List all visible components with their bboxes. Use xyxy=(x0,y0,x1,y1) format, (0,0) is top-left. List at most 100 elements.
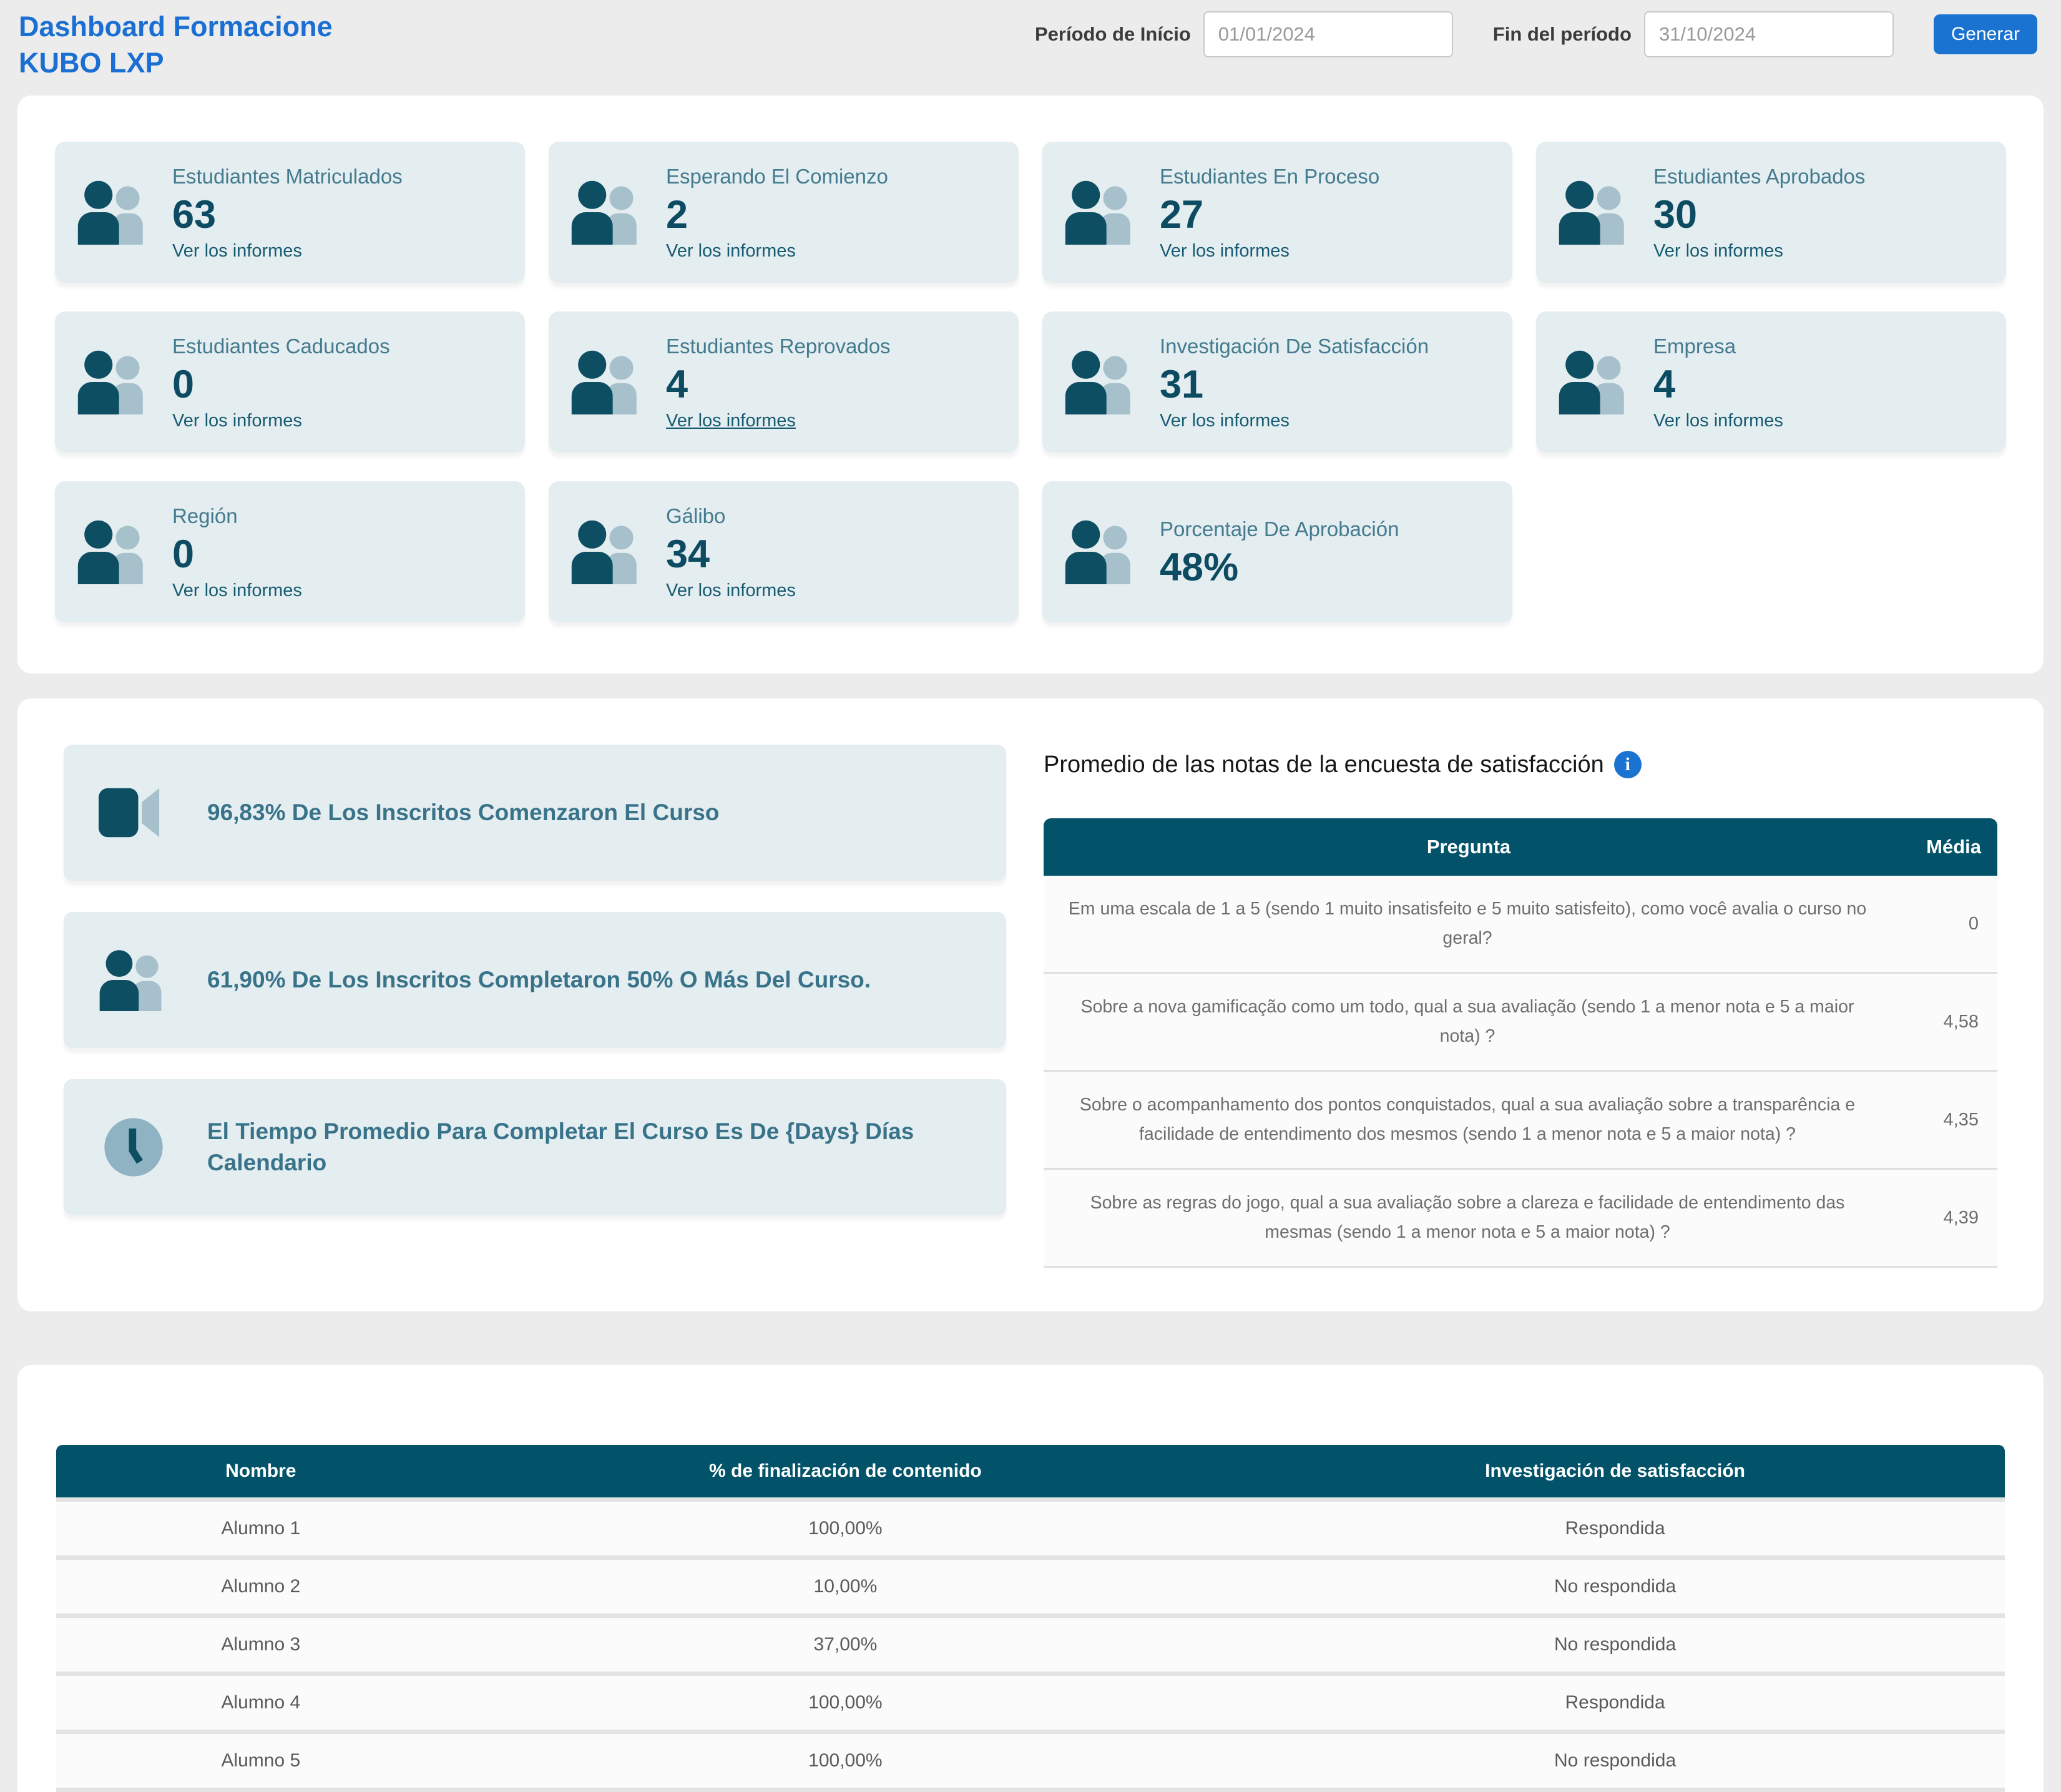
stat-card-investigacion: Investigación De Satisfacción 31 Ver los… xyxy=(1042,311,1512,453)
kpi-panel-started: 96,83% De Los Inscritos Comenzaron El Cu… xyxy=(64,745,1006,881)
people-icon xyxy=(96,949,171,1011)
stat-card-caducados: Estudiantes Caducados 0 Ver los informes xyxy=(55,311,525,453)
students-section: Nombre % de finalización de contenido In… xyxy=(17,1365,2044,1792)
kpi-text: El Tiempo Promedio Para Completar El Cur… xyxy=(207,1116,987,1178)
generate-button[interactable]: Generar xyxy=(1934,14,2037,54)
kpi-panel-completed-half: 61,90% De Los Inscritos Completaron 50% … xyxy=(64,912,1006,1048)
view-reports-link[interactable]: Ver los informes xyxy=(666,411,891,431)
survey-average: 0 xyxy=(1891,914,1997,934)
completion-value: 37,00% xyxy=(466,1634,1226,1655)
people-icon xyxy=(1536,180,1653,245)
stat-card-porcentaje-aprobacion: Porcentaje De Aprobación 48% xyxy=(1042,481,1512,622)
survey-average: 4,39 xyxy=(1891,1208,1997,1228)
survey-status: No respondida xyxy=(1225,1634,2005,1655)
stat-card-value: 4 xyxy=(1653,365,1783,404)
survey-averages: Promedio de las notas de la encuesta de … xyxy=(1044,745,1997,1268)
stat-card-title: Estudiantes En Proceso xyxy=(1160,164,1379,190)
people-icon xyxy=(1042,519,1160,584)
kpi-text: 61,90% De Los Inscritos Completaron 50% … xyxy=(207,964,871,996)
survey-table-header: Pregunta Média xyxy=(1044,818,1997,876)
student-name: Alumno 3 xyxy=(56,1634,466,1655)
survey-status: No respondida xyxy=(1225,1576,2005,1597)
stat-card-value: 31 xyxy=(1160,365,1429,404)
completion-value: 100,00% xyxy=(466,1750,1226,1771)
view-reports-link[interactable]: Ver los informes xyxy=(172,411,390,431)
people-icon xyxy=(1536,350,1653,414)
kpi-panels: 96,83% De Los Inscritos Comenzaron El Cu… xyxy=(64,745,1006,1268)
student-name: Alumno 5 xyxy=(56,1750,466,1771)
view-reports-link[interactable]: Ver los informes xyxy=(666,241,888,262)
survey-row: Sobre a nova gamificação como um todo, q… xyxy=(1044,974,1997,1072)
survey-column-header: Investigación de satisfacción xyxy=(1225,1461,2005,1482)
stat-card-title: Región xyxy=(172,503,302,530)
app-title-line2: KUBO LXP xyxy=(19,45,333,81)
end-period-label: Fin del período xyxy=(1493,23,1632,46)
top-bar: Dashboard Formacione KUBO LXP Período de… xyxy=(0,0,2061,95)
survey-row: Em uma escala de 1 a 5 (sendo 1 muito in… xyxy=(1044,876,1997,974)
completion-column-header: % de finalización de contenido xyxy=(466,1461,1226,1482)
stat-card-title: Estudiantes Matriculados xyxy=(172,164,403,190)
table-row: Alumno 2 10,00% No respondida xyxy=(56,1555,2005,1613)
stat-card-title: Porcentaje De Aprobación xyxy=(1160,516,1399,543)
stat-card-title: Esperando El Comienzo xyxy=(666,164,888,190)
stat-card-value: 0 xyxy=(172,365,390,404)
survey-section-title: Promedio de las notas de la encuesta de … xyxy=(1044,751,1997,778)
people-icon xyxy=(1042,350,1160,414)
survey-status: Respondida xyxy=(1225,1518,2005,1539)
survey-question: Sobre a nova gamificação como um todo, q… xyxy=(1044,992,1891,1051)
stat-card-value: 2 xyxy=(666,195,888,235)
survey-question: Em uma escala de 1 a 5 (sendo 1 muito in… xyxy=(1044,894,1891,953)
period-controls: Período de Início Fin del período Genera… xyxy=(1035,11,2037,57)
view-reports-link[interactable]: Ver los informes xyxy=(172,580,302,601)
students-table: Nombre % de finalización de contenido In… xyxy=(56,1445,2005,1792)
stat-card-value: 4 xyxy=(666,365,891,404)
survey-status: Respondida xyxy=(1225,1692,2005,1713)
view-reports-link[interactable]: Ver los informes xyxy=(172,241,403,262)
stat-card-matriculados: Estudiantes Matriculados 63 Ver los info… xyxy=(55,142,525,283)
table-row: Alumno 4 100,00% Respondida xyxy=(56,1672,2005,1730)
stat-card-value: 27 xyxy=(1160,195,1379,235)
question-column-header: Pregunta xyxy=(1044,836,1894,858)
kpi-panel-average-time: El Tiempo Promedio Para Completar El Cur… xyxy=(64,1079,1006,1215)
people-icon xyxy=(549,180,666,245)
survey-question: Sobre as regras do jogo, qual a sua aval… xyxy=(1044,1188,1891,1247)
kpi-text: 96,83% De Los Inscritos Comenzaron El Cu… xyxy=(207,797,719,828)
table-row: Alumno 3 37,00% No respondida xyxy=(56,1613,2005,1672)
people-icon xyxy=(549,350,666,414)
survey-average: 4,35 xyxy=(1891,1110,1997,1130)
survey-title-text: Promedio de las notas de la encuesta de … xyxy=(1044,752,1604,778)
view-reports-link[interactable]: Ver los informes xyxy=(1160,241,1379,262)
end-period-input[interactable] xyxy=(1644,11,1894,57)
student-name: Alumno 1 xyxy=(56,1518,466,1539)
stat-card-galibo: Gálibo 34 Ver los informes xyxy=(549,481,1019,622)
stat-card-value: 34 xyxy=(666,535,796,574)
view-reports-link[interactable]: Ver los informes xyxy=(1160,411,1429,431)
average-column-header: Média xyxy=(1894,836,1997,858)
view-reports-link[interactable]: Ver los informes xyxy=(1653,241,1865,262)
start-period-input[interactable] xyxy=(1203,11,1453,57)
stat-card-title: Estudiantes Aprobados xyxy=(1653,164,1865,190)
student-name: Alumno 4 xyxy=(56,1692,466,1713)
info-icon[interactable]: i xyxy=(1614,751,1642,778)
survey-row: Sobre o acompanhamento dos pontos conqui… xyxy=(1044,1072,1997,1170)
stat-cards-panel: Estudiantes Matriculados 63 Ver los info… xyxy=(17,95,2044,673)
stat-card-value: 0 xyxy=(172,535,302,574)
stat-card-title: Estudiantes Caducados xyxy=(172,333,390,360)
survey-average: 4,58 xyxy=(1891,1012,1997,1032)
survey-status: No respondida xyxy=(1225,1750,2005,1771)
survey-question: Sobre o acompanhamento dos pontos conqui… xyxy=(1044,1090,1891,1149)
view-reports-link[interactable]: Ver los informes xyxy=(666,580,796,601)
name-column-header: Nombre xyxy=(56,1461,466,1482)
clock-icon xyxy=(96,1116,171,1178)
table-row: Alumno 5 100,00% No respondida xyxy=(56,1730,2005,1792)
summary-section: 96,83% De Los Inscritos Comenzaron El Cu… xyxy=(17,698,2044,1311)
app-title: Dashboard Formacione KUBO LXP xyxy=(19,9,333,81)
survey-table: Pregunta Média Em uma escala de 1 a 5 (s… xyxy=(1044,818,1997,1268)
completion-value: 10,00% xyxy=(466,1576,1226,1597)
stat-card-title: Estudiantes Reprovados xyxy=(666,333,891,360)
stat-card-aprobados: Estudiantes Aprobados 30 Ver los informe… xyxy=(1536,142,2006,283)
app-title-line1: Dashboard Formacione xyxy=(19,9,333,45)
students-table-header: Nombre % de finalización de contenido In… xyxy=(56,1445,2005,1497)
survey-row: Sobre as regras do jogo, qual a sua aval… xyxy=(1044,1170,1997,1268)
view-reports-link[interactable]: Ver los informes xyxy=(1653,411,1783,431)
